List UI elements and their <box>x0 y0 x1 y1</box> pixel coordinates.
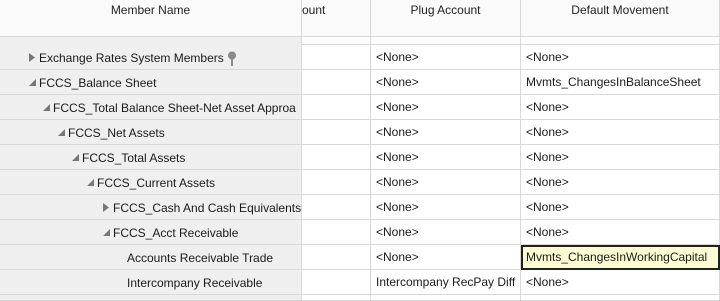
table-row[interactable]: Intercompany Receivable Intercompany Rec… <box>0 270 720 295</box>
member-cell[interactable]: FCCS_Total Balance Sheet-Net Asset Appro… <box>0 95 302 120</box>
account-cell <box>302 295 371 301</box>
account-cell[interactable] <box>302 45 371 70</box>
table-row[interactable]: Accounts Receivable Trade <None> Mvmts_C… <box>0 245 720 270</box>
triangle-down-icon[interactable] <box>27 77 38 88</box>
member-cell[interactable]: FCCS_Cash And Cash Equivalents <box>0 195 302 220</box>
partial-member-cell <box>0 37 302 45</box>
account-cell[interactable] <box>302 145 371 170</box>
account-cell[interactable] <box>302 95 371 120</box>
partial-plug-cell <box>371 37 521 45</box>
table-row-partial <box>0 295 720 301</box>
member-cell[interactable]: FCCS_Net Assets <box>0 120 302 145</box>
account-cell[interactable] <box>302 170 371 195</box>
member-label: FCCS_Cash And Cash Equivalents <box>113 200 302 215</box>
member-label: Accounts Receivable Trade <box>127 250 274 265</box>
default-movement-cell[interactable]: <None> <box>521 120 720 145</box>
plug-account-cell[interactable]: <None> <box>371 120 521 145</box>
plug-account-cell <box>371 295 521 301</box>
partial-account-cell <box>302 37 371 45</box>
default-movement-cell[interactable]: <None> <box>521 145 720 170</box>
member-cell[interactable]: FCCS_Current Assets <box>0 170 302 195</box>
default-movement-cell[interactable]: <None> <box>521 270 720 295</box>
member-cell[interactable]: FCCS_Total Assets <box>0 145 302 170</box>
member-label: FCCS_Balance Sheet <box>39 75 157 90</box>
default-movement-cell[interactable]: <None> <box>521 195 720 220</box>
partial-move-cell <box>521 37 720 45</box>
header-plug-account[interactable]: Plug Account <box>371 0 521 37</box>
member-label: FCCS_Total Balance Sheet-Net Asset Appro… <box>53 100 296 115</box>
default-movement-cell[interactable]: <None> <box>521 170 720 195</box>
account-cell[interactable] <box>302 220 371 245</box>
header-account[interactable]: count <box>302 0 371 37</box>
member-label: FCCS_Current Assets <box>97 175 216 190</box>
member-label: Exchange Rates System Members <box>39 50 224 65</box>
default-movement-cell[interactable]: <None> <box>521 220 720 245</box>
table-row[interactable]: FCCS_Total Balance Sheet-Net Asset Appro… <box>0 95 720 120</box>
default-movement-cell[interactable]: <None> <box>521 95 720 120</box>
table-row[interactable]: FCCS_Net Assets <None> <None> <box>0 120 720 145</box>
default-movement-cell[interactable]: <None> <box>521 45 720 70</box>
member-label: FCCS_Total Assets <box>82 150 186 165</box>
plug-account-cell[interactable]: <None> <box>371 45 521 70</box>
account-cell[interactable] <box>302 70 371 95</box>
table-row[interactable]: FCCS_Current Assets <None> <None> <box>0 170 720 195</box>
member-cell[interactable]: FCCS_Acct Receivable <box>0 220 302 245</box>
member-cell[interactable]: Accounts Receivable Trade <box>0 245 302 270</box>
plug-account-cell[interactable]: <None> <box>371 95 521 120</box>
plug-account-cell[interactable]: <None> <box>371 195 521 220</box>
pin-icon <box>227 51 237 67</box>
member-cell[interactable]: Intercompany Receivable <box>0 270 302 295</box>
header-member-name[interactable]: Member Name <box>0 0 302 37</box>
plug-account-cell[interactable]: <None> <box>371 145 521 170</box>
plug-account-cell[interactable]: <None> <box>371 245 521 270</box>
member-cell <box>0 295 302 301</box>
triangle-down-icon[interactable] <box>56 127 67 138</box>
table-row[interactable]: FCCS_Cash And Cash Equivalents <None> <N… <box>0 195 720 220</box>
member-label: FCCS_Net Assets <box>68 125 165 140</box>
member-label: FCCS_Acct Receivable <box>113 225 239 240</box>
account-cell[interactable] <box>302 120 371 145</box>
plug-account-cell[interactable]: Intercompany RecPay Diff <box>371 270 521 295</box>
triangle-down-icon[interactable] <box>41 102 52 113</box>
triangle-down-icon[interactable] <box>70 152 81 163</box>
grid-header: Member Name count Plug Account Default M… <box>0 0 720 37</box>
plug-account-cell[interactable]: <None> <box>371 220 521 245</box>
table-row[interactable]: FCCS_Acct Receivable <None> <None> <box>0 220 720 245</box>
member-cell[interactable]: FCCS_Balance Sheet <box>0 70 302 95</box>
account-cell[interactable] <box>302 270 371 295</box>
member-label: Intercompany Receivable <box>127 275 263 290</box>
table-row[interactable]: FCCS_Total Assets <None> <None> <box>0 145 720 170</box>
header-account-label: count <box>302 3 326 17</box>
member-cell[interactable]: Exchange Rates System Members <box>0 45 302 70</box>
header-default-movement[interactable]: Default Movement <box>521 0 720 37</box>
account-cell[interactable] <box>302 195 371 220</box>
triangle-down-icon[interactable] <box>101 227 112 238</box>
account-cell[interactable] <box>302 245 371 270</box>
triangle-right-icon[interactable] <box>101 202 112 213</box>
table-row[interactable]: Exchange Rates System Members <None> <No… <box>0 45 720 70</box>
triangle-down-icon[interactable] <box>85 177 96 188</box>
plug-account-cell[interactable]: <None> <box>371 70 521 95</box>
triangle-right-icon[interactable] <box>27 52 38 63</box>
partial-row <box>0 37 720 45</box>
member-grid: Member Name count Plug Account Default M… <box>0 0 720 301</box>
table-row[interactable]: FCCS_Balance Sheet <None> Mvmts_ChangesI… <box>0 70 720 95</box>
default-movement-cell <box>521 295 720 301</box>
default-movement-cell[interactable]: Mvmts_ChangesInBalanceSheet <box>521 70 720 95</box>
default-movement-cell-selected[interactable]: Mvmts_ChangesInWorkingCapital <box>521 245 720 270</box>
plug-account-cell[interactable]: <None> <box>371 170 521 195</box>
